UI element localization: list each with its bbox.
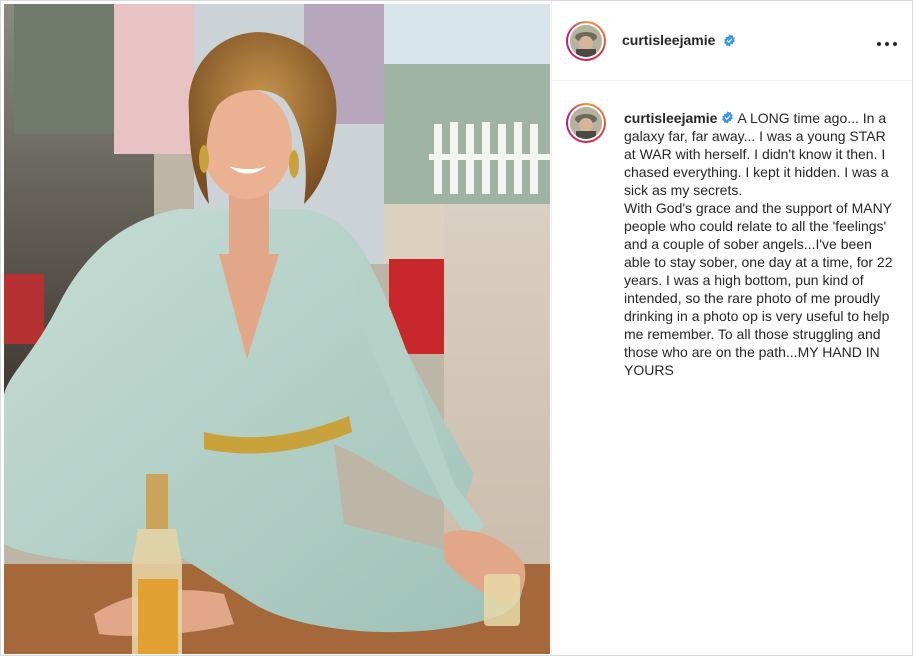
verified-badge-icon [724, 34, 735, 47]
caption-text: A LONG time ago... In a galaxy far, far … [624, 110, 893, 378]
post-caption: curtisleejamie A LONG time ago... In a g… [624, 109, 894, 379]
more-options-button[interactable] [874, 31, 900, 51]
avatar [570, 25, 602, 57]
caption-verified-badge-icon [722, 111, 734, 124]
post-sidebar: curtisleejamie curtisleejamie A LONG tim… [551, 1, 912, 655]
post-header: curtisleejamie [552, 1, 912, 81]
caption-username[interactable]: curtisleejamie [624, 110, 717, 126]
more-horizontal-icon [877, 42, 897, 46]
header-username[interactable]: curtisleejamie [622, 32, 715, 48]
caption-avatar [570, 107, 602, 139]
post-photo[interactable] [4, 4, 550, 654]
post-photo-illustration [4, 4, 550, 654]
caption-avatar-picture [570, 107, 602, 139]
instagram-post: curtisleejamie curtisleejamie A LONG tim… [0, 0, 913, 656]
avatar-picture [570, 25, 602, 57]
story-ring[interactable] [566, 21, 606, 61]
caption-story-ring[interactable] [566, 103, 606, 143]
